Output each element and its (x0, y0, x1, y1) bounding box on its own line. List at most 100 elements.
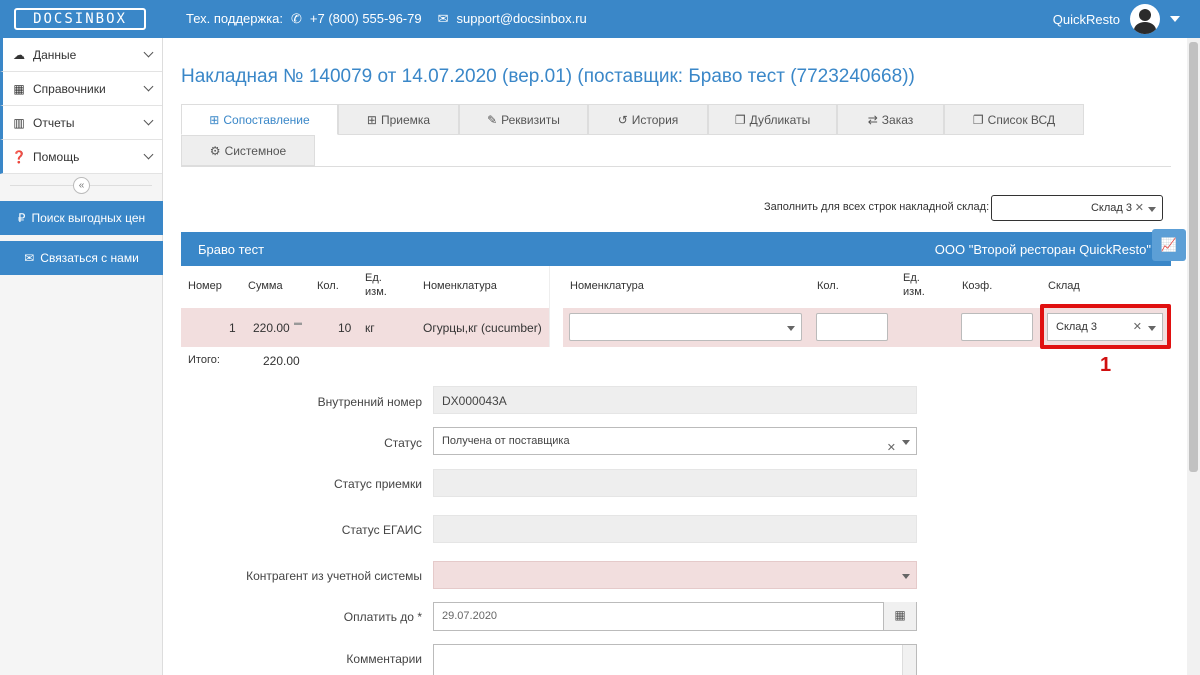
cloud-icon: ☁ (13, 47, 25, 62)
pay-until-input[interactable]: 29.07.2020 ▦ (433, 602, 917, 631)
invoice-band: Браво тест ООО "Второй ресторан QuickRes… (181, 232, 1171, 266)
user-name[interactable]: QuickResto (1053, 12, 1120, 27)
sidebar-collapse: « (0, 174, 162, 198)
sidebar: ☁ Данные ▦ Справочники ▥ Отчеты ❓ Помощь… (0, 38, 163, 675)
col-header-unit-right: Ед. изм. (903, 272, 925, 298)
internal-number-label: Внутренний номер (317, 395, 422, 409)
row-nomenclature: Огурцы,кг (cucumber) (423, 321, 542, 335)
chevron-down-icon (143, 81, 154, 92)
chevron-down-icon (143, 115, 154, 126)
qty-input[interactable] (816, 313, 888, 341)
sidebar-item-label: Помощь (33, 149, 80, 164)
chevron-down-icon[interactable] (1170, 16, 1180, 22)
row-number: 1 (229, 321, 236, 335)
col-header-unit: Ед. изм. (365, 272, 387, 298)
gears-icon: ⚙ (209, 143, 221, 158)
nomenclature-select[interactable] (569, 313, 802, 341)
col-header-coef: Коэф. (962, 280, 993, 292)
pay-until-label: Оплатить до * (343, 610, 422, 624)
support-phone[interactable]: +7 (800) 555-96-79 (310, 0, 422, 38)
caret-down-icon[interactable] (902, 440, 910, 445)
support-label: Тех. поддержка: (186, 11, 284, 26)
egais-status-label: Статус ЕГАИС (341, 523, 422, 537)
caret-down-icon[interactable] (1148, 207, 1156, 212)
status-value: Получена от поставщика (442, 435, 570, 447)
coef-input[interactable] (961, 313, 1033, 341)
fill-warehouse-label: Заполнить для всех строк накладной склад… (764, 201, 990, 213)
textarea-scrollbar[interactable] (902, 645, 916, 675)
price-search-label: Поиск выгодных цен (31, 211, 146, 225)
calendar-icon[interactable]: ▦ (883, 602, 916, 630)
tab-history[interactable]: ↺ История (588, 104, 708, 135)
buyer-name: ООО "Второй ресторан QuickResto" (934, 242, 1151, 257)
tab-label: Дубликаты (749, 112, 811, 127)
minus-icon: ▬ (294, 318, 302, 327)
tab-matching[interactable]: ⊞ Сопоставление (181, 104, 338, 135)
col-header-qty-right: Кол. (817, 280, 839, 292)
status-select[interactable]: Получена от поставщика ✕ (433, 427, 917, 455)
row-unit: кг (365, 321, 375, 335)
page-scrollbar[interactable] (1187, 38, 1200, 675)
col-header-sum: Сумма (248, 280, 283, 292)
internal-number-field: DX000043A (433, 386, 917, 414)
col-header-nomenclature-right: Номенклатура (570, 280, 644, 292)
chevron-down-icon (143, 47, 154, 58)
counterparty-select[interactable] (433, 561, 917, 589)
tab-system[interactable]: ⚙ Системное (181, 135, 315, 166)
col-header-nomenclature: Номенклатура (423, 280, 497, 292)
scrollbar-thumb[interactable] (1189, 42, 1198, 472)
comments-textarea[interactable] (433, 644, 917, 675)
support-info: Тех. поддержка: ✆ +7 (800) 555-96-79 ✉ s… (186, 0, 587, 38)
tab-details[interactable]: ✎ Реквизиты (459, 104, 588, 135)
caret-down-icon[interactable] (787, 326, 795, 331)
tab-receipt[interactable]: ⊞ Приемка (338, 104, 459, 135)
divider (181, 166, 1171, 167)
fill-warehouse-value: Склад 3 (1090, 202, 1132, 214)
egais-status-field (433, 515, 917, 543)
total-label: Итого: (188, 354, 220, 366)
chevron-down-icon (143, 149, 154, 160)
sidebar-item-help[interactable]: ❓ Помощь (0, 140, 162, 174)
annotation-highlight (1040, 304, 1171, 349)
row-sum: 220.00 (253, 321, 290, 335)
chart-icon[interactable]: 📈 (1152, 229, 1186, 261)
sidebar-item-data[interactable]: ☁ Данные (0, 38, 162, 72)
counterparty-label: Контрагент из учетной системы (246, 569, 422, 583)
user-menu[interactable]: QuickResto (1053, 0, 1180, 38)
tab-label: Сопоставление (223, 112, 310, 127)
price-search-button[interactable]: ₽ Поиск выгодных цен (0, 201, 163, 235)
tab-label: История (631, 112, 679, 127)
fill-warehouse-select[interactable]: Склад 3 ✕ (991, 195, 1163, 221)
caret-down-icon[interactable] (902, 574, 910, 579)
logo[interactable]: DOCSINBOX (14, 8, 146, 30)
phone-icon: ✆ (291, 11, 302, 26)
pay-until-value: 29.07.2020 (442, 610, 498, 622)
col-header-qty: Кол. (317, 280, 339, 292)
tab-duplicates[interactable]: ❐ Дубликаты (708, 104, 837, 135)
tab-vsd-list[interactable]: ❐ Список ВСД (944, 104, 1084, 135)
comments-label: Комментарии (346, 652, 422, 666)
tab-label: Реквизиты (501, 112, 560, 127)
clear-icon[interactable]: ✕ (1135, 201, 1144, 214)
collapse-icon[interactable]: « (73, 177, 90, 194)
page-title: Накладная № 140079 от 14.07.2020 (вер.01… (181, 66, 915, 87)
edit-icon: ✎ (487, 112, 498, 127)
contact-button[interactable]: ✉ Связаться с нами (0, 241, 163, 275)
tab-label: Заказ (881, 112, 914, 127)
internal-number-value: DX000043A (442, 394, 507, 408)
clear-icon[interactable]: ✕ (887, 435, 896, 461)
question-icon: ❓ (11, 149, 27, 164)
tab-order[interactable]: ⇄ Заказ (837, 104, 944, 135)
sidebar-item-references[interactable]: ▦ Справочники (0, 72, 162, 106)
sidebar-item-reports[interactable]: ▥ Отчеты (0, 106, 162, 140)
bar-chart-icon: ▥ (13, 115, 25, 130)
table-icon: ⊞ (209, 112, 220, 127)
support-email[interactable]: support@docsinbox.ru (457, 0, 587, 38)
avatar[interactable] (1130, 4, 1160, 34)
sidebar-item-label: Отчеты (33, 115, 75, 130)
total-value: 220.00 (263, 354, 300, 368)
supplier-name: Браво тест (198, 242, 265, 257)
status-label: Статус (384, 436, 422, 450)
table-icon: ▦ (13, 81, 25, 96)
row-qty: 10 (338, 321, 352, 335)
